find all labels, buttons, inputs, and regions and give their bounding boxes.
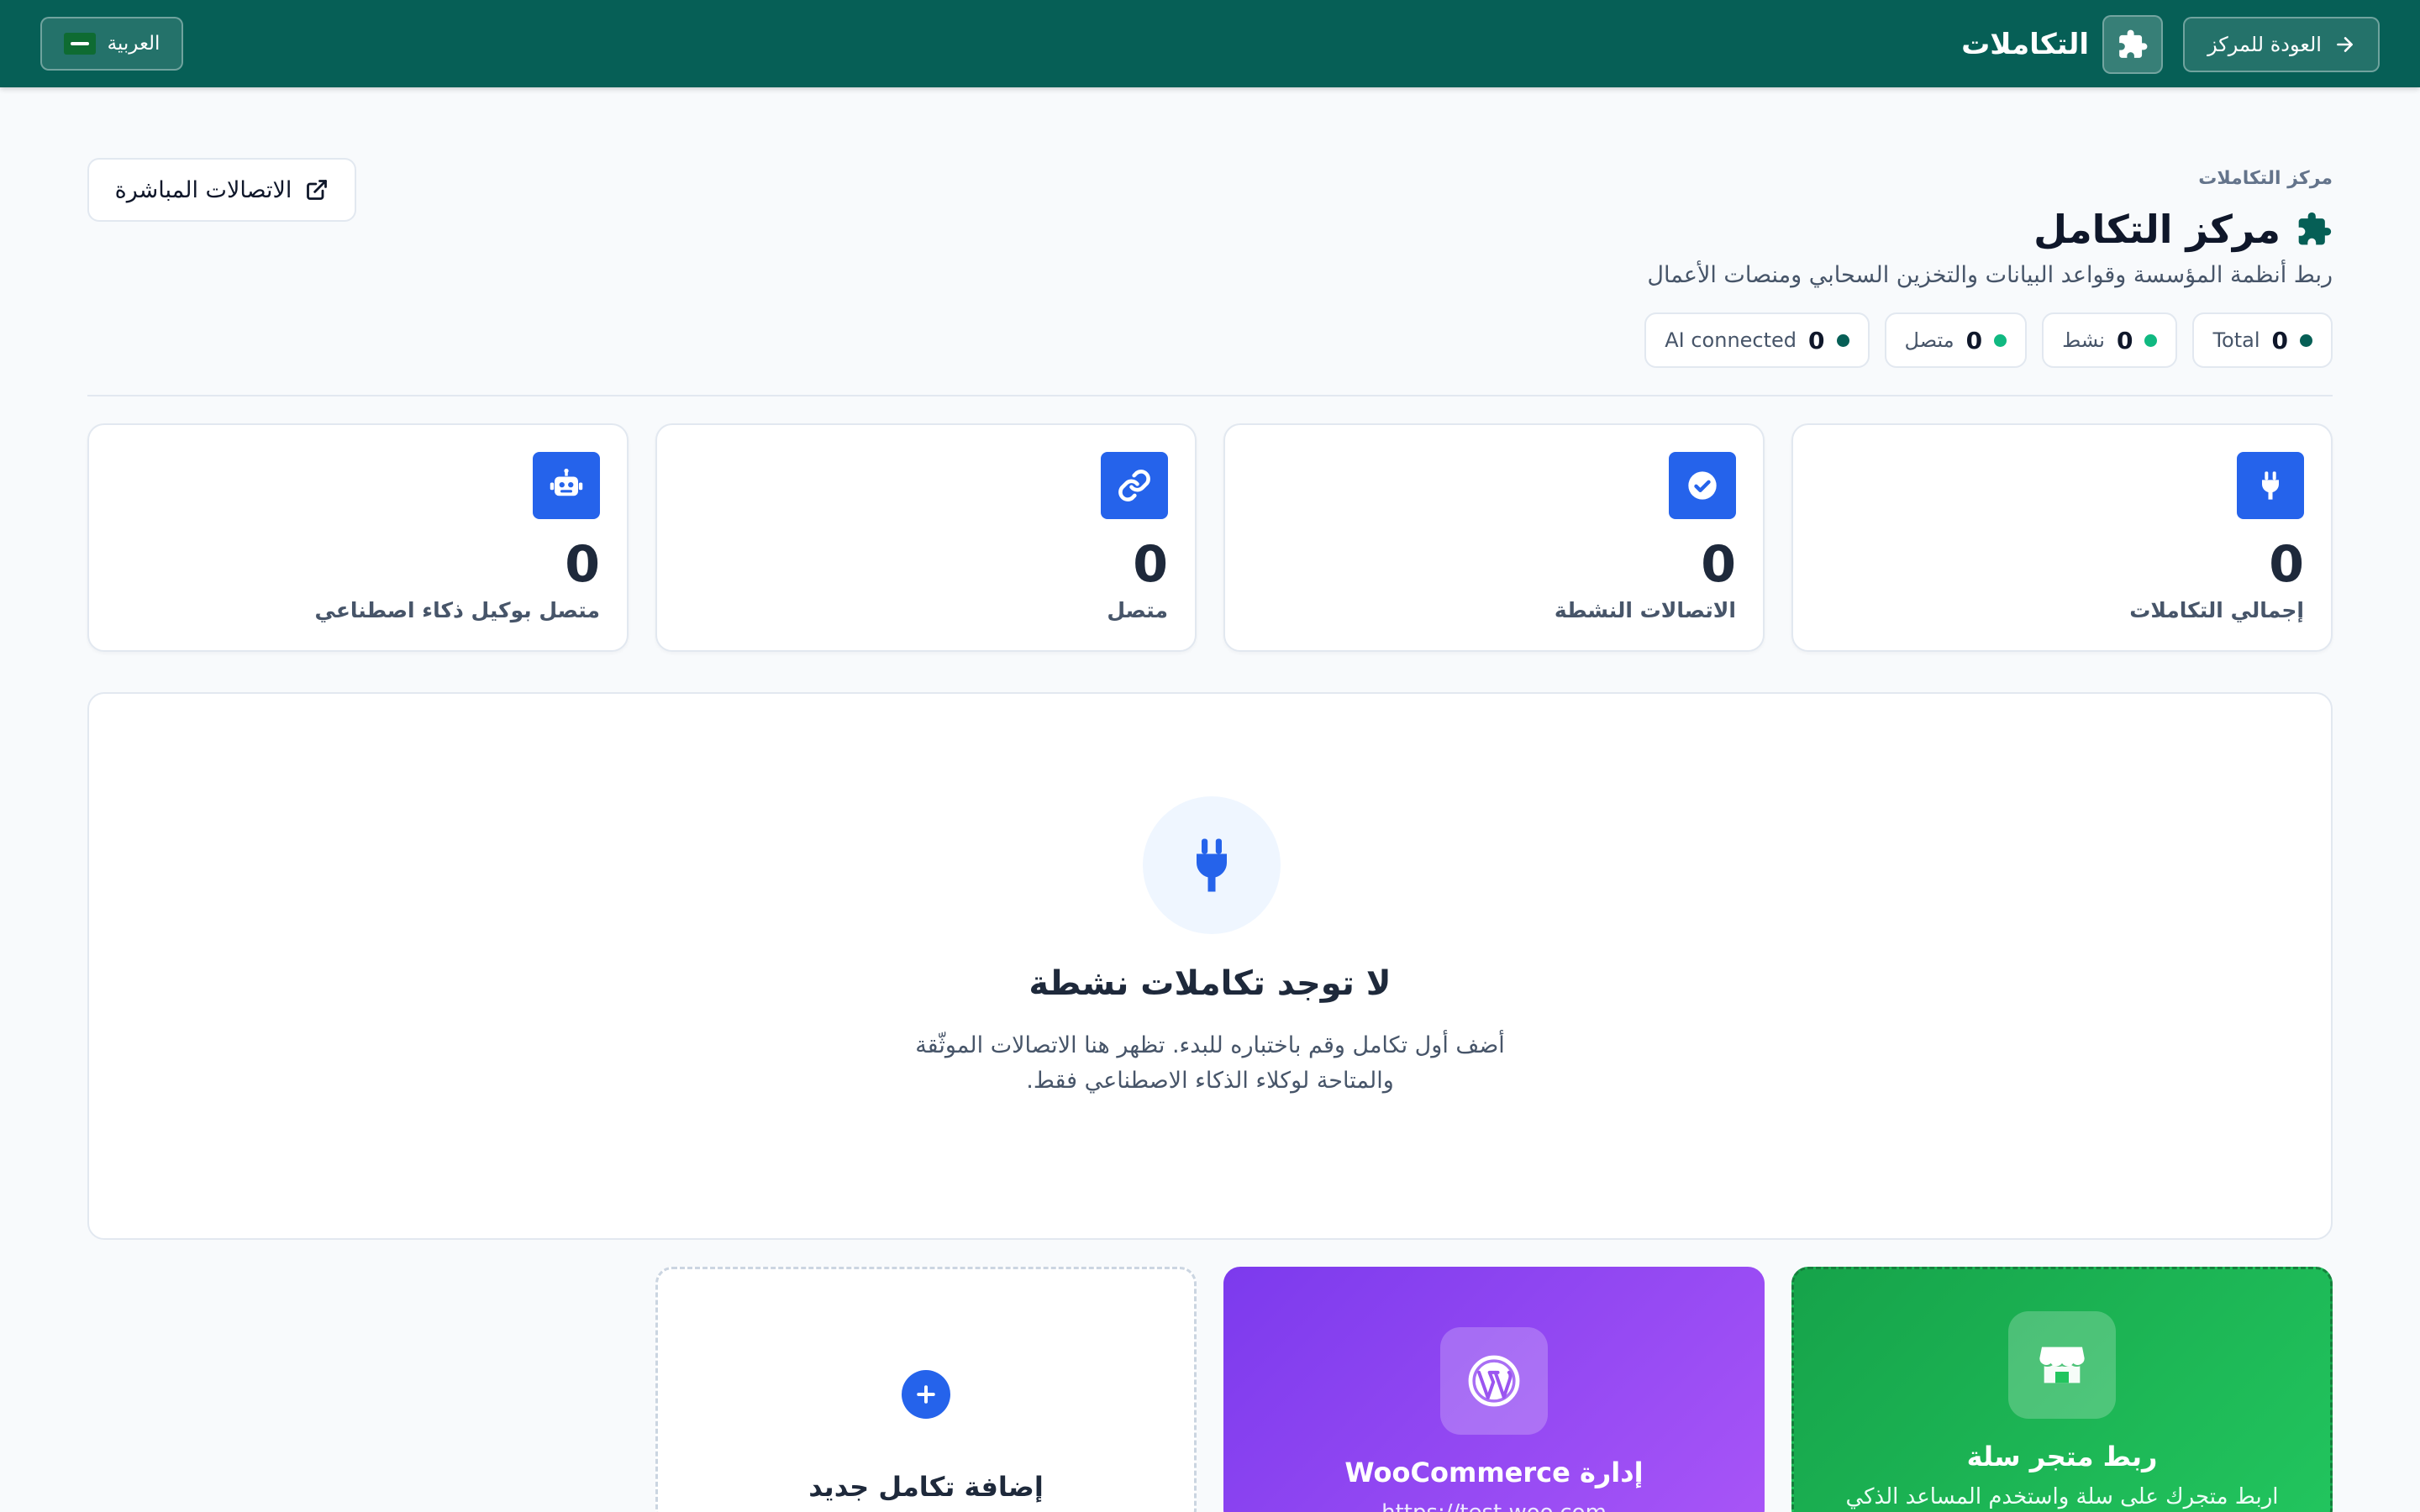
puzzle-icon bbox=[2102, 15, 2163, 74]
top-bar: العودة للمركز التكاملات العربية bbox=[0, 0, 2420, 87]
puzzle-icon bbox=[2298, 212, 2332, 245]
live-connections-button[interactable]: الاتصالات المباشرة bbox=[87, 158, 356, 222]
stat-card-active: 0 الاتصالات النشطة bbox=[1223, 423, 1765, 652]
stat-value: 0 bbox=[2269, 535, 2304, 594]
page-title: مركز التكامل bbox=[2033, 202, 2333, 257]
summary-chips: 0 Total 0 نشط 0 متصل 0 AI connected bbox=[1644, 312, 2333, 368]
add-integration-title: إضافة تكامل جديد bbox=[808, 1471, 1044, 1503]
plus-icon bbox=[902, 1370, 950, 1419]
arrow-right-icon bbox=[2337, 37, 2353, 52]
chip-value: 0 bbox=[2271, 326, 2288, 354]
language-label: العربية bbox=[107, 33, 160, 55]
chip-label: متصل bbox=[1904, 328, 1954, 352]
empty-state-title: لا توجد تكاملات نشطة bbox=[1028, 964, 1392, 1003]
check-circle-icon bbox=[1669, 452, 1736, 519]
stat-card-ai: 0 متصل بوكيل ذكاء اصطناعي bbox=[87, 423, 629, 652]
woocommerce-card[interactable]: إدارة WooCommerce https://test.woo.com bbox=[1223, 1267, 1765, 1512]
chip-label: AI connected bbox=[1665, 328, 1797, 352]
external-link-icon bbox=[307, 180, 328, 200]
saudi-flag-icon bbox=[63, 33, 96, 55]
status-dot bbox=[1836, 333, 1849, 347]
stat-value: 0 bbox=[1701, 535, 1736, 594]
store-icon bbox=[2008, 1311, 2116, 1419]
back-to-hub-label: العودة للمركز bbox=[2207, 33, 2322, 56]
stat-value: 0 bbox=[565, 535, 600, 594]
stat-label: متصل بوكيل ذكاء اصطناعي bbox=[314, 598, 600, 622]
stat-label: الاتصالات النشطة bbox=[1554, 598, 1736, 622]
chip-value: 0 bbox=[1965, 326, 1983, 354]
plug-icon bbox=[2237, 452, 2304, 519]
status-dot bbox=[2300, 333, 2312, 347]
woocommerce-card-url: https://test.woo.com bbox=[1223, 1500, 1765, 1512]
add-integration-card[interactable]: إضافة تكامل جديد bbox=[655, 1267, 1197, 1512]
language-switcher[interactable]: العربية bbox=[40, 17, 183, 71]
breadcrumb[interactable]: مركز التكاملات bbox=[2198, 168, 2333, 189]
page-title-text: مركز التكامل bbox=[2033, 207, 2281, 252]
empty-state-text: أضف أول تكامل وقم باختباره للبدء. تظهر ه… bbox=[915, 1032, 1505, 1094]
link-icon bbox=[1101, 452, 1168, 519]
chip-ai-connected: 0 AI connected bbox=[1644, 312, 1870, 368]
wordpress-icon bbox=[1440, 1327, 1548, 1435]
stat-card-total: 0 إجمالي التكاملات bbox=[1791, 423, 2333, 652]
robot-icon bbox=[533, 452, 600, 519]
status-dot bbox=[1994, 333, 2007, 347]
back-to-hub-button[interactable]: العودة للمركز bbox=[2183, 17, 2380, 72]
live-connections-label: الاتصالات المباشرة bbox=[114, 176, 292, 203]
woocommerce-card-title: إدارة WooCommerce bbox=[1344, 1457, 1644, 1488]
stat-label: إجمالي التكاملات bbox=[2129, 598, 2304, 622]
stat-value: 0 bbox=[1133, 535, 1168, 594]
app-title: التكاملات bbox=[1961, 28, 2089, 61]
chip-value: 0 bbox=[2116, 326, 2133, 354]
divider bbox=[87, 395, 2333, 396]
status-dot bbox=[2144, 333, 2158, 347]
salla-connect-card[interactable]: ربط متجر سلة اربط متجرك على سلة واستخدم … bbox=[1791, 1267, 2333, 1512]
chip-label: Total bbox=[2212, 328, 2260, 352]
salla-card-text: اربط متجرك على سلة واستخدم المساعد الذكي bbox=[1845, 1484, 2279, 1509]
chip-connected: 0 متصل bbox=[1884, 312, 2028, 368]
chip-value: 0 bbox=[1808, 326, 1825, 354]
stat-label: متصل bbox=[1107, 598, 1168, 622]
salla-card-title: ربط متجر سلة bbox=[1966, 1441, 2158, 1473]
empty-state-panel: لا توجد تكاملات نشطة أضف أول تكامل وقم ب… bbox=[87, 692, 2333, 1240]
plug-icon bbox=[1143, 796, 1281, 934]
stat-card-connected: 0 متصل bbox=[655, 423, 1197, 652]
chip-total: 0 Total bbox=[2192, 312, 2333, 368]
chip-active: 0 نشط bbox=[2042, 312, 2178, 368]
page-subtitle: ربط أنظمة المؤسسة وقواعد البيانات والتخز… bbox=[1647, 262, 2333, 288]
chip-label: نشط bbox=[2062, 328, 2105, 352]
